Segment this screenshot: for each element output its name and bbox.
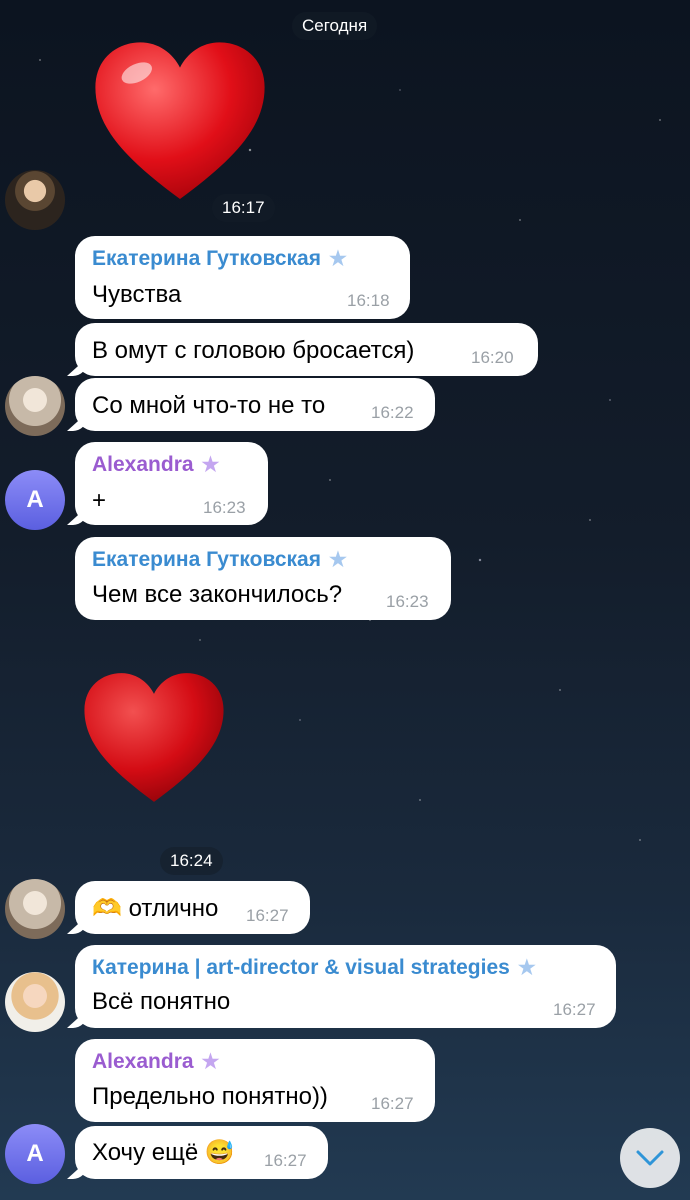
sender-name[interactable]: Екатерина Гутковская ★: [92, 547, 347, 572]
message-text: В омут с головою бросается): [92, 337, 415, 364]
sender-name-text: Екатерина Гутковская: [92, 548, 321, 571]
avatar-user[interactable]: [5, 376, 65, 436]
bubble-tail: [67, 358, 87, 376]
heart-hands-emoji: 🫶: [92, 895, 122, 922]
message-text-content: Хочу ещё: [92, 1139, 199, 1166]
sender-name-text: Катерина | art-director & visual strateg…: [92, 956, 510, 979]
star-icon: ★: [201, 454, 220, 476]
message-time: 16:23: [386, 592, 429, 611]
bubble-tail: [67, 1010, 87, 1028]
chevron-down-icon: [636, 1150, 664, 1166]
message-time: 16:27: [553, 1000, 596, 1019]
message-bubble[interactable]: 🫶 отлично 16:27: [67, 881, 310, 934]
avatar-katerina[interactable]: [5, 972, 65, 1032]
message-text: Со мной что-то не то: [92, 392, 326, 419]
avatar-letter: A: [26, 486, 44, 513]
message-bubble[interactable]: Alexandra ★ Предельно понятно)) 16:27: [75, 1039, 435, 1122]
sender-name-text: Alexandra: [92, 1050, 194, 1073]
message-bubble[interactable]: Екатерина Гутковская ★ Чем все закончилос…: [75, 537, 451, 620]
message-text: Всё понятно: [92, 988, 231, 1015]
message-bubble[interactable]: Со мной что-то не то 16:22: [67, 378, 435, 431]
bubble-tail: [67, 1161, 87, 1179]
message-time: 16:27: [246, 906, 289, 925]
bubble-tail: [67, 413, 87, 431]
star-icon: ★: [201, 1051, 220, 1073]
message-text: Предельно понятно)): [92, 1083, 328, 1110]
message-time: 16:18: [347, 291, 390, 310]
message-text: +: [92, 487, 107, 514]
avatar-alexandra[interactable]: A: [5, 470, 65, 530]
sender-name[interactable]: Alexandra ★: [92, 452, 219, 477]
star-icon: ★: [329, 549, 347, 571]
message-time: 16:27: [371, 1094, 414, 1113]
heart-sticker[interactable]: [90, 35, 270, 210]
sender-name[interactable]: Екатерина Гутковская ★: [92, 246, 347, 271]
message-text: Хочу ещё 😅: [92, 1138, 235, 1167]
message-text: Чем все закончилось?: [92, 581, 343, 608]
avatar-user[interactable]: [5, 879, 65, 939]
sender-name-text: Екатерина Гутковская: [92, 247, 321, 270]
date-label: Сегодня: [302, 16, 368, 35]
heart-sticker[interactable]: [80, 668, 228, 810]
sender-name-text: Alexandra: [92, 453, 194, 476]
avatar-alexandra[interactable]: A: [5, 1124, 65, 1184]
message-text-content: отлично: [128, 895, 219, 922]
date-divider: Сегодня: [292, 12, 378, 40]
message-time: 16:22: [371, 403, 414, 422]
star-icon: ★: [329, 248, 347, 270]
avatar-ekaterina[interactable]: [5, 170, 65, 230]
message-time: 16:27: [264, 1151, 307, 1170]
sticker-time: 16:17: [212, 194, 275, 222]
message-bubble[interactable]: Екатерина Гутковская ★ Чувства 16:18: [75, 236, 410, 319]
avatar-letter: A: [26, 1140, 44, 1167]
sender-name[interactable]: Alexandra ★: [92, 1049, 219, 1074]
sweat-smile-emoji: 😅: [204, 1139, 235, 1166]
sticker-time: 16:24: [160, 847, 223, 875]
message-time: 16:20: [471, 348, 514, 367]
message-bubble[interactable]: В омут с головою бросается) 16:20: [67, 323, 538, 376]
message-text: 🫶 отлично: [92, 894, 218, 923]
scroll-to-bottom-button[interactable]: [620, 1128, 680, 1188]
star-icon: ★: [517, 957, 536, 979]
sticker-time-label: 16:17: [222, 198, 265, 217]
message-bubble[interactable]: Катерина | art-director & visual strateg…: [67, 945, 616, 1028]
message-bubble[interactable]: Alexandra ★ + 16:23: [67, 442, 268, 525]
message-bubble[interactable]: Хочу ещё 😅 16:27: [67, 1126, 328, 1179]
message-time: 16:23: [203, 498, 246, 517]
message-text: Чувства: [92, 281, 182, 308]
bubble-tail: [67, 916, 87, 934]
sender-name[interactable]: Катерина | art-director & visual strateg…: [92, 955, 536, 980]
sticker-time-label: 16:24: [170, 851, 213, 870]
bubble-tail: [67, 507, 87, 525]
